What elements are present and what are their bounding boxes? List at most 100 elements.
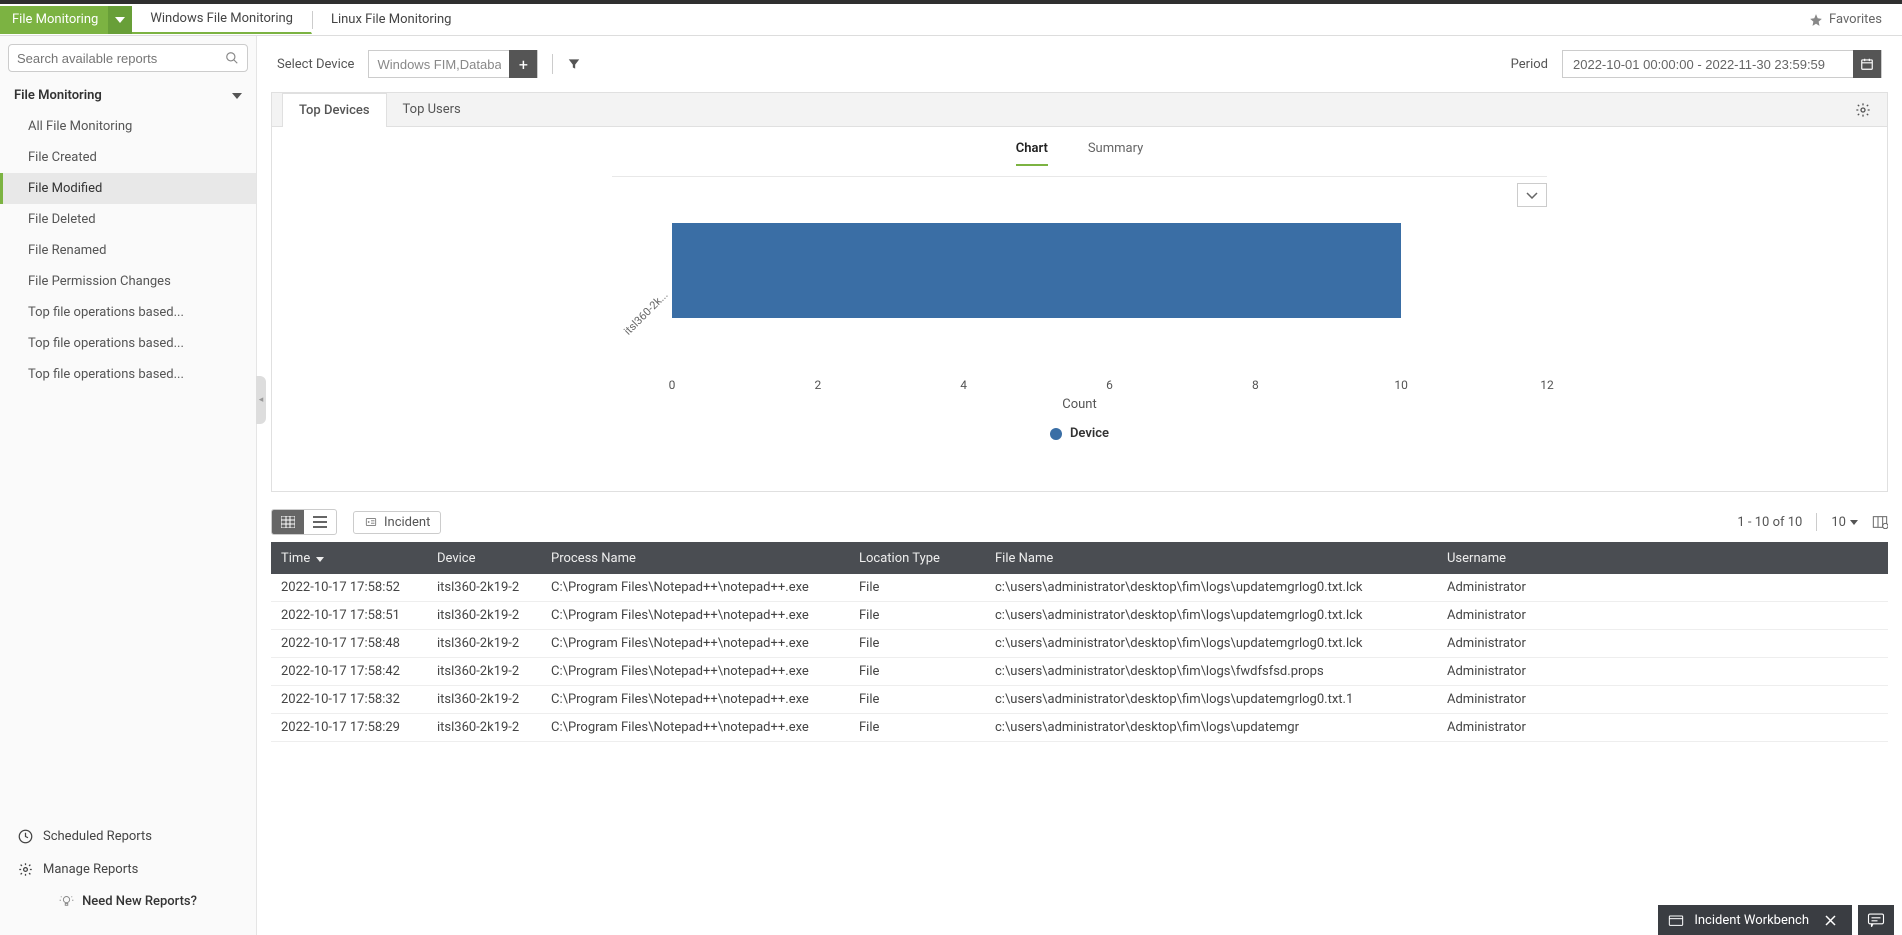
table-cell: C:\Program Files\Notepad++\notepad++.exe xyxy=(541,636,849,651)
divider xyxy=(552,54,553,74)
scheduled-reports-link[interactable]: Scheduled Reports xyxy=(0,820,256,853)
grid-icon xyxy=(281,516,295,528)
table-cell: Administrator xyxy=(1437,720,1547,735)
column-header[interactable]: Username xyxy=(1437,551,1547,566)
chart-x-tick: 8 xyxy=(1252,378,1259,392)
tab-label: Windows File Monitoring xyxy=(150,11,293,26)
sidebar-item-file-permission-changes[interactable]: File Permission Changes xyxy=(0,266,256,297)
sidebar-item-file-renamed[interactable]: File Renamed xyxy=(0,235,256,266)
table-cell: 2022-10-17 17:58:42 xyxy=(271,664,427,679)
table-cell: itsl360-2k19-2 xyxy=(427,692,541,707)
chart-x-tick: 6 xyxy=(1106,378,1113,392)
close-icon[interactable] xyxy=(1819,915,1842,926)
column-header[interactable]: Time xyxy=(271,551,427,566)
sidebar-item-top-file-operations-based[interactable]: Top file operations based... xyxy=(0,328,256,359)
calendar-button[interactable] xyxy=(1853,50,1881,78)
pagination-range: 1 - 10 of 10 xyxy=(1737,515,1802,530)
column-header[interactable]: Device xyxy=(427,551,541,566)
favorites-label: Favorites xyxy=(1829,12,1882,27)
page-size-dropdown[interactable]: 10 xyxy=(1831,515,1858,530)
table-cell: Administrator xyxy=(1437,636,1547,651)
table-cell: C:\Program Files\Notepad++\notepad++.exe xyxy=(541,664,849,679)
sidebar-item-top-file-operations-based[interactable]: Top file operations based... xyxy=(0,297,256,328)
table-row[interactable]: 2022-10-17 17:58:48itsl360-2k19-2C:\Prog… xyxy=(271,630,1888,658)
table-row[interactable]: 2022-10-17 17:58:29itsl360-2k19-2C:\Prog… xyxy=(271,714,1888,742)
sidebar-item-top-file-operations-based[interactable]: Top file operations based... xyxy=(0,359,256,390)
incident-workbench-bar[interactable]: Incident Workbench xyxy=(1658,905,1852,935)
favorites-link[interactable]: Favorites xyxy=(1809,12,1902,27)
column-header[interactable]: Process Name xyxy=(541,551,849,566)
module-dropdown[interactable]: File Monitoring xyxy=(0,6,132,34)
table-cell: c:\users\administrator\desktop\fim\logs\… xyxy=(985,664,1437,679)
need-new-reports-link[interactable]: Need New Reports? xyxy=(0,886,256,917)
subtab-summary[interactable]: Summary xyxy=(1088,141,1143,166)
calendar-icon xyxy=(1860,57,1874,71)
add-device-button[interactable]: + xyxy=(509,50,537,78)
chart-x-tick: 2 xyxy=(814,378,821,392)
chart-y-category: itsl360-2k... xyxy=(621,288,670,337)
subtab-chart[interactable]: Chart xyxy=(1016,141,1048,166)
sidebar-item-file-deleted[interactable]: File Deleted xyxy=(0,204,256,235)
list-icon xyxy=(313,516,327,528)
view-toggle xyxy=(271,509,337,535)
tab-top-devices[interactable]: Top Devices xyxy=(282,93,387,127)
table-row[interactable]: 2022-10-17 17:58:52itsl360-2k19-2C:\Prog… xyxy=(271,574,1888,602)
table-cell: c:\users\administrator\desktop\fim\logs\… xyxy=(985,720,1437,735)
reports-sidebar: File Monitoring All File MonitoringFile … xyxy=(0,36,257,935)
sort-desc-icon xyxy=(316,551,324,566)
chart-x-tick: 12 xyxy=(1540,378,1554,392)
table-cell: itsl360-2k19-2 xyxy=(427,720,541,735)
column-header[interactable]: File Name xyxy=(985,551,1437,566)
columns-settings-button[interactable] xyxy=(1872,515,1888,529)
table-cell: c:\users\administrator\desktop\fim\logs\… xyxy=(985,636,1437,651)
chat-button[interactable] xyxy=(1858,905,1894,935)
table-row[interactable]: 2022-10-17 17:58:42itsl360-2k19-2C:\Prog… xyxy=(271,658,1888,686)
chart-bar[interactable] xyxy=(672,223,1401,318)
sidebar-collapse-handle[interactable]: ◂ xyxy=(256,376,266,424)
table-row[interactable]: 2022-10-17 17:58:32itsl360-2k19-2C:\Prog… xyxy=(271,686,1888,714)
caret-down-icon xyxy=(232,93,242,99)
table-cell: C:\Program Files\Notepad++\notepad++.exe xyxy=(541,580,849,595)
subtab-label: Chart xyxy=(1016,141,1048,156)
table-cell: C:\Program Files\Notepad++\notepad++.exe xyxy=(541,608,849,623)
device-input[interactable] xyxy=(369,57,509,72)
tab-label: Top Devices xyxy=(299,103,370,118)
tab-windows-file-monitoring[interactable]: Windows File Monitoring xyxy=(132,6,312,34)
workbench-icon xyxy=(1668,913,1684,927)
period-label: Period xyxy=(1511,57,1548,72)
sidebar-header[interactable]: File Monitoring xyxy=(0,80,256,111)
period-input[interactable] xyxy=(1563,57,1853,72)
table-row[interactable]: 2022-10-17 17:58:51itsl360-2k19-2C:\Prog… xyxy=(271,602,1888,630)
grid-view-button[interactable] xyxy=(272,510,304,534)
search-icon[interactable] xyxy=(225,51,239,65)
filter-icon[interactable] xyxy=(567,57,581,71)
plus-icon: + xyxy=(519,55,528,74)
sidebar-header-label: File Monitoring xyxy=(14,88,102,103)
tab-top-users[interactable]: Top Users xyxy=(387,93,477,127)
table-cell: 2022-10-17 17:58:51 xyxy=(271,608,427,623)
incident-button[interactable]: Incident xyxy=(353,511,441,534)
sidebar-item-file-modified[interactable]: File Modified xyxy=(0,173,256,204)
sidebar-item-label: Scheduled Reports xyxy=(43,829,152,844)
tab-linux-file-monitoring[interactable]: Linux File Monitoring xyxy=(313,6,471,34)
table-cell: File xyxy=(849,580,985,595)
chart-x-tick: 10 xyxy=(1394,378,1408,392)
list-view-button[interactable] xyxy=(304,510,336,534)
table-cell: c:\users\administrator\desktop\fim\logs\… xyxy=(985,608,1437,623)
lightbulb-icon xyxy=(59,894,74,909)
search-input-wrap[interactable] xyxy=(8,44,248,72)
chat-icon xyxy=(1867,912,1885,928)
sidebar-item-all-file-monitoring[interactable]: All File Monitoring xyxy=(0,111,256,142)
search-input[interactable] xyxy=(17,51,225,66)
chevron-down-icon[interactable] xyxy=(108,6,132,34)
table-cell: 2022-10-17 17:58:48 xyxy=(271,636,427,651)
manage-reports-link[interactable]: Manage Reports xyxy=(0,853,256,886)
column-header[interactable]: Location Type xyxy=(849,551,985,566)
sidebar-item-file-created[interactable]: File Created xyxy=(0,142,256,173)
incident-icon xyxy=(364,515,378,529)
table-cell: C:\Program Files\Notepad++\notepad++.exe xyxy=(541,720,849,735)
table-cell: Administrator xyxy=(1437,580,1547,595)
chart-settings-button[interactable] xyxy=(1849,102,1877,118)
gear-icon xyxy=(18,862,33,877)
sidebar-item-label: Manage Reports xyxy=(43,862,138,877)
